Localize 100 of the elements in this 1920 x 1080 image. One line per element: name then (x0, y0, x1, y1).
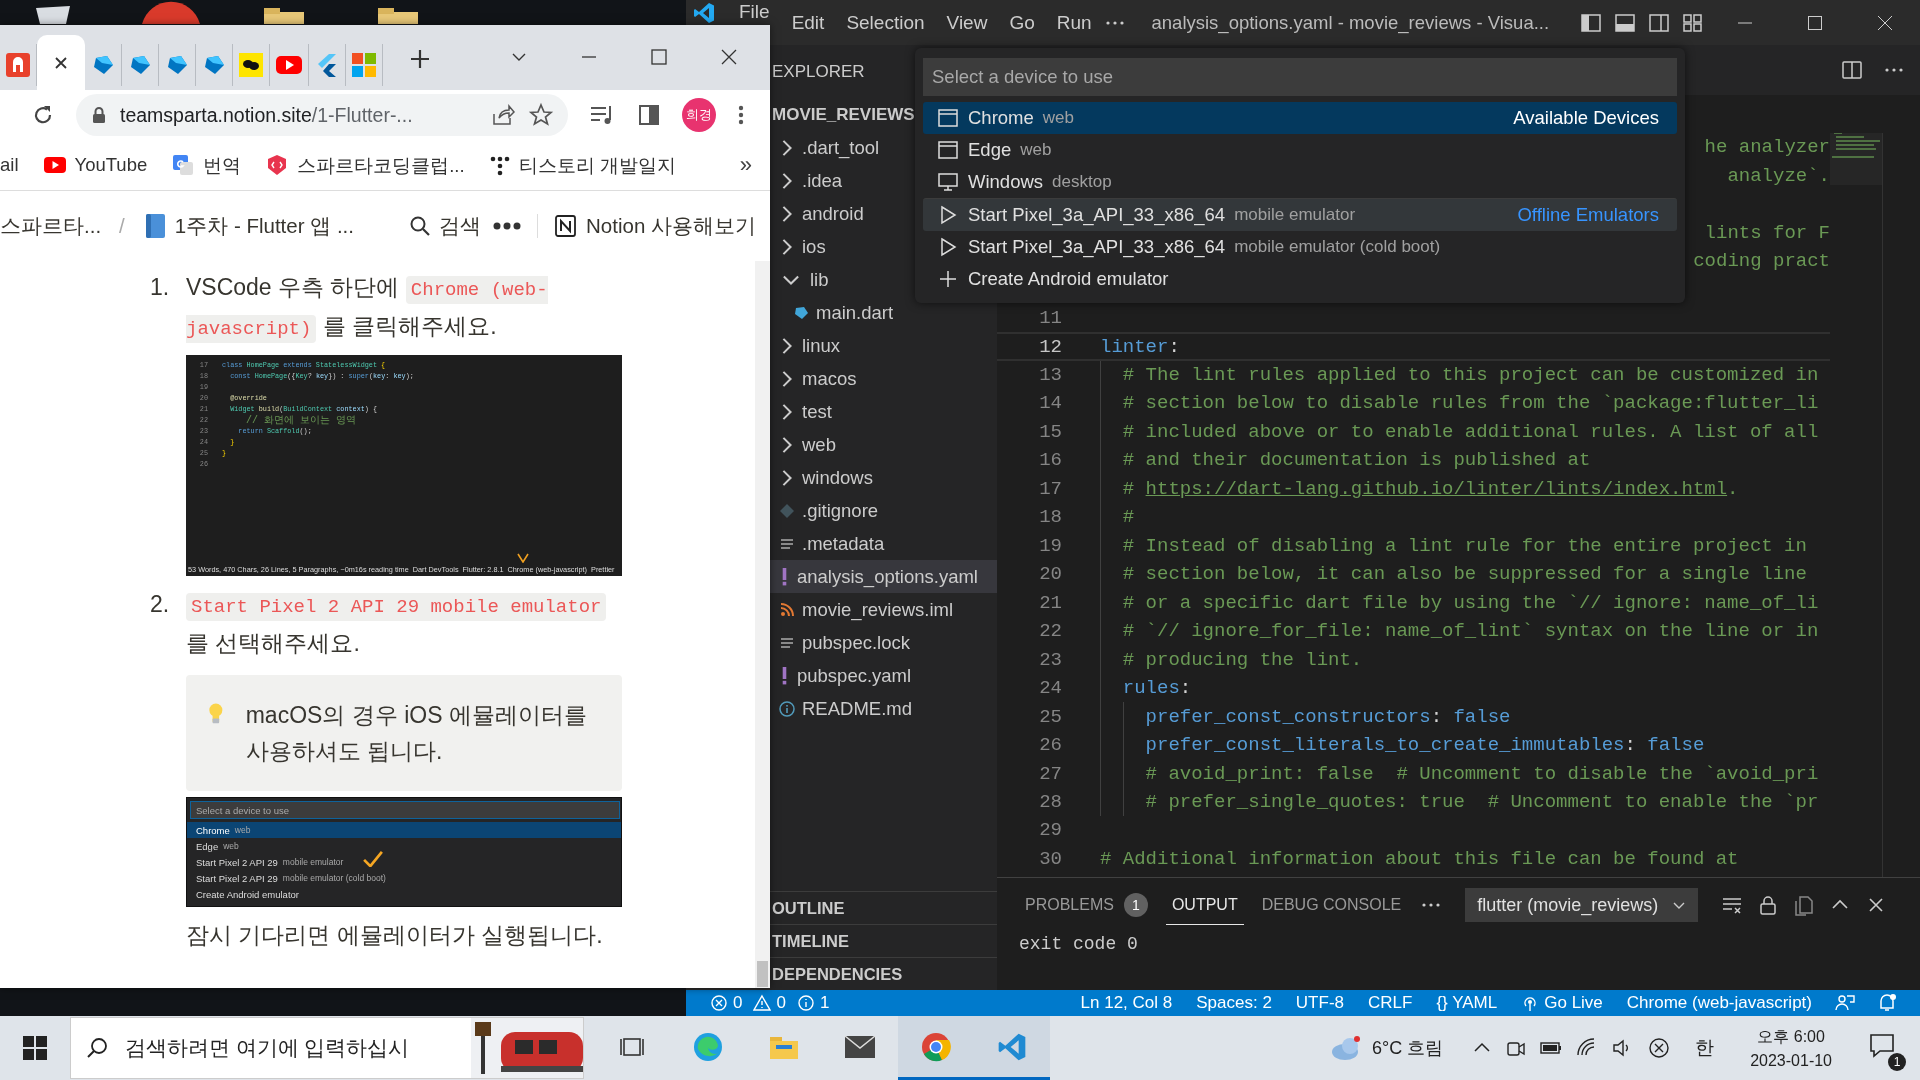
chevron-right-icon (782, 468, 792, 487)
search-icon (85, 1036, 109, 1060)
status-item[interactable]: Go Live (1509, 993, 1615, 1013)
try-notion-button[interactable]: Notion 사용해보기 (554, 212, 756, 240)
bookmark[interactable]: YouTube (42, 154, 148, 176)
menu-item[interactable]: File (728, 1, 781, 23)
panel-tab[interactable]: DEBUG CONSOLE (1255, 885, 1408, 925)
code-line: # producing the lint. (1121, 648, 1363, 671)
sidebar-layout-icon[interactable] (1580, 11, 1602, 34)
search-icon (409, 215, 432, 237)
problems-button[interactable]: 0 0 1 (698, 993, 848, 1013)
status-item[interactable]: Spaces: 2 (1184, 993, 1284, 1013)
device-option[interactable]: Windows desktop (923, 166, 1677, 198)
group-label: Available Devices (1513, 107, 1659, 129)
device-search-field[interactable]: Select a device to use (190, 801, 620, 819)
chevron-right-icon (782, 435, 792, 454)
window-icon (937, 107, 959, 129)
taskbar-app[interactable] (898, 1016, 974, 1080)
weather-text[interactable]: 6°C 흐림 (1371, 1036, 1444, 1060)
split-layout-icon[interactable] (1648, 11, 1670, 34)
device-option[interactable]: Start Pixel_3a_API_33_x86_64 mobile emulator (cold boot) (923, 231, 1677, 263)
letter-n-logo-icon (554, 214, 579, 238)
file-tree-item[interactable]: linux (770, 329, 997, 362)
file-tree-item[interactable]: web (770, 428, 997, 461)
menu-item[interactable]: View (935, 11, 999, 34)
window-icon (937, 139, 959, 161)
file-tree-item[interactable]: pubspec.yaml (770, 659, 997, 692)
search-button[interactable]: 검색 (409, 212, 482, 240)
channel-dropdown[interactable]: flutter (movie_reviews) (1465, 888, 1699, 922)
status-item[interactable]: Ln 12, Col 8 (1068, 993, 1185, 1013)
file-tree-item[interactable]: test (770, 395, 997, 428)
bookmark[interactable]: ail (0, 154, 19, 176)
status-item[interactable]: CRLF (1356, 993, 1425, 1013)
device-option: Start Pixel 2 API 29 mobile emulator (cold boot) (187, 870, 621, 886)
star-icon[interactable] (528, 102, 554, 128)
warning-icon (753, 994, 772, 1012)
panel-layout-icon[interactable] (1614, 11, 1636, 34)
clock[interactable]: 오후 6:00 2023-01-10 (1750, 1026, 1832, 1070)
status-item[interactable]: Chrome (web-javascript) (1614, 993, 1824, 1013)
code-line: # https://dart-lang.github.io/linter/lints/index.html. (1121, 477, 1739, 500)
breadcrumb-link[interactable]: 1주차 - Flutter 앱 ... (142, 212, 354, 240)
device-option[interactable]: Edge web (923, 134, 1677, 166)
file-tree-item[interactable]: main.dart (770, 296, 997, 329)
bookmark[interactable]: 번역 (171, 152, 242, 178)
code-line: # included above or to enable additional rules. A list of all (1121, 420, 1819, 443)
code-line: # The lint rules applied to this project can be customized in (1121, 364, 1819, 386)
file-tree-item[interactable]: README.md (770, 692, 997, 725)
line-number: 30 (1039, 847, 1062, 870)
line-number: 27 (1039, 762, 1062, 785)
file-tree-item[interactable]: macos (770, 362, 997, 395)
scrollbar-thumb[interactable] (757, 961, 768, 987)
split-editor-icon[interactable] (1840, 58, 1864, 82)
close-circle-icon[interactable] (1647, 1036, 1672, 1060)
file-tree-item[interactable]: .metadata (770, 527, 997, 560)
profile-avatar[interactable]: 희경 (682, 98, 716, 132)
envelope-icon (843, 1033, 877, 1060)
taskbar-search-field[interactable]: 검색하려면 여기에 입력하십시 (123, 1035, 457, 1061)
maximize-icon[interactable] (648, 46, 670, 68)
file-tree-item[interactable]: .gitignore (770, 494, 997, 527)
menu-item[interactable]: Edit (780, 11, 836, 34)
dots-icon (488, 154, 511, 176)
bookmark[interactable]: 스파르타코딩클럽... (265, 152, 465, 178)
side-panel-icon[interactable] (636, 102, 662, 128)
menu-item[interactable]: Go (998, 11, 1046, 34)
menu-item[interactable]: Run (1045, 11, 1103, 34)
panel-tab[interactable]: PROBLEMS 1 (1019, 882, 1154, 928)
device-type: desktop (1052, 172, 1112, 192)
device-option[interactable]: Start Pixel_3a_API_33_x86_64 mobile emulator Offline Emulators (923, 198, 1677, 231)
line-number: 16 (1039, 449, 1062, 472)
status-item[interactable]: {} YAML (1424, 993, 1510, 1013)
more-icon[interactable] (493, 221, 522, 231)
file-tree-item[interactable]: pubspec.lock (770, 626, 997, 659)
code-line: # and their documentation is published at (1121, 449, 1591, 472)
device-type: mobile emulator (1234, 205, 1356, 225)
device-name: Start Pixel_3a_API_33_x86_64 (968, 236, 1226, 258)
device-search-field[interactable]: Select a device to use (923, 58, 1677, 96)
device-option[interactable]: Chrome web Available Devices (923, 102, 1677, 134)
share-icon[interactable] (490, 102, 516, 128)
breadcrumb-link[interactable]: 스파르타... (0, 212, 102, 240)
more-bookmarks-button[interactable]: » (739, 152, 752, 178)
bookmark[interactable]: 티스토리 개발일지 (488, 152, 676, 178)
code-line: # section below to disable rules from the `package:flutter_li (1121, 392, 1819, 415)
panel-tab[interactable]: OUTPUT (1165, 885, 1244, 925)
address-bar[interactable]: teamsparta.notion.site/1-Flutter-... (76, 94, 568, 136)
start-icon[interactable] (22, 1035, 48, 1061)
code-line: # Instead of disabling a lint rule for the entire project in (1121, 534, 1807, 557)
file-tree-item[interactable]: windows (770, 461, 997, 494)
menu-item[interactable]: Selection (835, 11, 936, 34)
list-number: 2. (150, 590, 171, 619)
status-item[interactable]: UTF-8 (1283, 993, 1356, 1013)
taskbar-app[interactable] (974, 1016, 1050, 1080)
lock-icon (90, 105, 108, 125)
taskbar-search-box[interactable]: 검색하려면 여기에 입력하십시 (70, 1017, 584, 1079)
grid-layout-icon[interactable] (1682, 11, 1704, 34)
code-line: lints for F (1704, 221, 1830, 244)
file-tree-item[interactable]: movie_reviews.iml (770, 593, 997, 626)
output-text: exit code 0 (1018, 933, 1139, 956)
input-method-indicator[interactable]: 한 (1695, 1035, 1715, 1061)
file-tree-item[interactable]: analysis_options.yaml (770, 560, 997, 593)
device-option[interactable]: Create Android emulator (923, 263, 1677, 295)
